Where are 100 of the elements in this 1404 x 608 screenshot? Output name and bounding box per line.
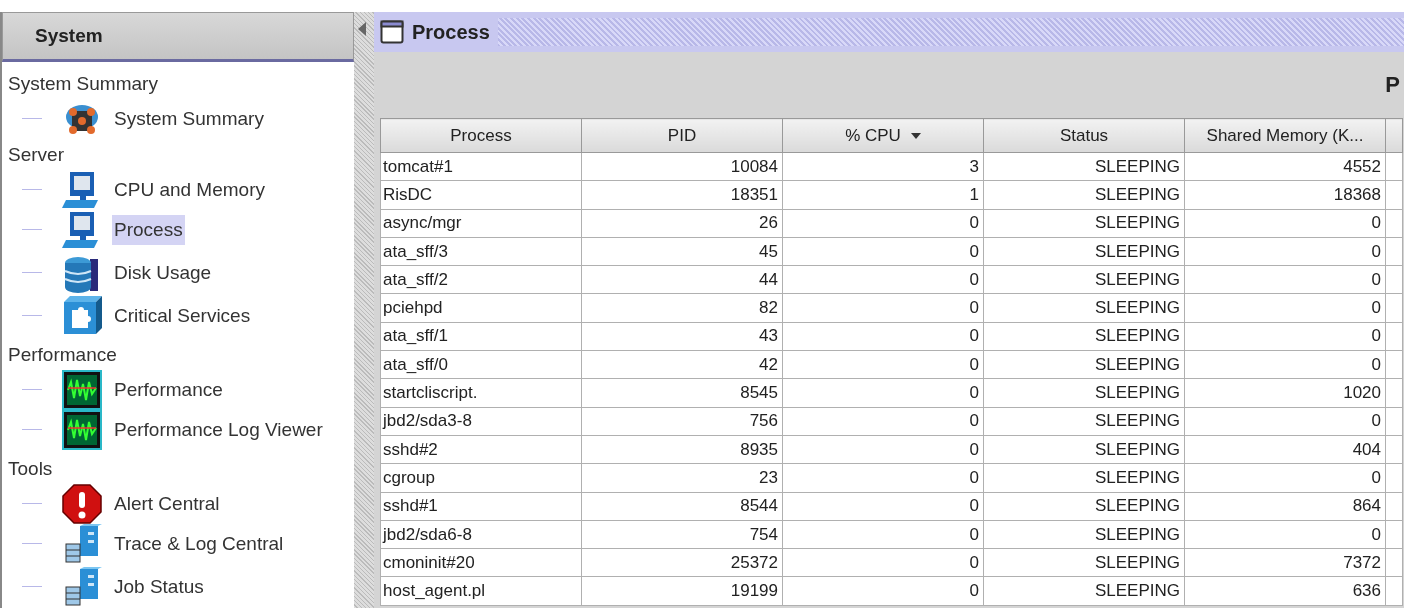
table-cell: 3: [782, 152, 984, 181]
tree-line: [22, 503, 42, 505]
tree-item[interactable]: System Summary: [112, 104, 266, 134]
table-cell: 44: [581, 265, 783, 294]
table-cell: SLEEPING: [983, 435, 1185, 464]
tree-group-label[interactable]: Tools: [2, 451, 354, 486]
table-cell: 19199: [581, 576, 783, 606]
table-cell: 25372: [581, 548, 783, 577]
table-cell: 23: [581, 463, 783, 493]
tree-item[interactable]: Performance: [112, 375, 225, 405]
tree-line: [22, 271, 42, 274]
table-cell: SLEEPING: [983, 209, 1185, 238]
table-cell: 0: [782, 378, 984, 408]
table-cell: jbd2/sda3-8: [380, 407, 582, 436]
table-cell: SLEEPING: [983, 548, 1185, 577]
table-cell: jbd2/sda6-8: [380, 520, 582, 549]
table-cell: 26: [581, 209, 783, 238]
panel-heading: P: [1385, 72, 1400, 98]
tree-line: [22, 228, 42, 231]
tree-item[interactable]: Performance Log Viewer: [112, 414, 325, 445]
tree-item[interactable]: CPU and Memory: [112, 175, 267, 205]
table-cell: 0: [782, 294, 984, 323]
table-cell: 0: [1184, 463, 1386, 493]
table-cell: 0: [782, 548, 984, 577]
tree-item[interactable]: Job Status: [112, 571, 206, 602]
table-cell: 8544: [581, 492, 783, 521]
table-cell: 636: [1184, 576, 1386, 606]
table-cell: 45: [581, 237, 783, 266]
tree-line: [22, 542, 42, 545]
table-cell: async/mgr: [380, 209, 582, 238]
tree-item[interactable]: Trace & Log Central: [112, 528, 286, 559]
table-cell: 0: [1184, 265, 1386, 294]
tree-line: [22, 189, 42, 191]
tree-item[interactable]: Disk Usage: [112, 257, 214, 288]
table-cell: 0: [782, 492, 984, 521]
table-cell: SLEEPING: [983, 492, 1185, 521]
table-cell: 0: [782, 322, 984, 351]
table-cell: SLEEPING: [983, 350, 1185, 379]
table-cell: host_agent.pl: [380, 576, 582, 606]
tree-group-label[interactable]: System Summary: [2, 66, 354, 101]
column-header[interactable]: Shared Memory (K...: [1184, 118, 1386, 153]
table-cell: 756: [581, 407, 783, 436]
table-cell: 0: [1184, 237, 1386, 266]
table-cell: 4552: [1184, 152, 1386, 181]
sidebar-title: System: [35, 25, 103, 47]
table-cell: cmoninit#20: [380, 548, 582, 577]
table-cell: 754: [581, 520, 783, 549]
table-cell: 0: [782, 265, 984, 294]
table-cell: 0: [782, 576, 984, 606]
table-cell: 0: [782, 520, 984, 549]
table-cell: 8935: [581, 435, 783, 464]
column-header[interactable]: Process: [380, 118, 582, 153]
table-cell: sshd#1: [380, 492, 582, 521]
table-cell: SLEEPING: [983, 237, 1185, 266]
tree-item[interactable]: Alert Central: [112, 489, 222, 519]
table-cell: SLEEPING: [983, 378, 1185, 408]
table-cell: 0: [782, 407, 984, 436]
tree-item[interactable]: Critical Services: [112, 300, 253, 331]
table-cell: SLEEPING: [983, 322, 1185, 351]
table-cell: 1: [782, 180, 984, 210]
table-cell: SLEEPING: [983, 294, 1185, 323]
table-cell: cgroup: [380, 463, 582, 493]
table-cell: 1020: [1184, 378, 1386, 408]
table-cell: 0: [782, 463, 984, 493]
tree-group-label[interactable]: Server: [2, 137, 354, 172]
tree-line: [22, 585, 42, 588]
table-cell: 42: [581, 350, 783, 379]
table-cell: SLEEPING: [983, 407, 1185, 436]
table-cell: 8545: [581, 378, 783, 408]
table-cell: 0: [1184, 294, 1386, 323]
server-stack-icon: [62, 523, 102, 564]
table-cell: SLEEPING: [983, 576, 1185, 606]
table-cell: 0: [782, 350, 984, 379]
table-cell: 7372: [1184, 548, 1386, 577]
table-cell: 0: [782, 237, 984, 266]
table-cell: 864: [1184, 492, 1386, 521]
table-cell: 18368: [1184, 180, 1386, 210]
collapse-arrow-icon[interactable]: [358, 22, 366, 36]
table-cell: ata_sff/1: [380, 322, 582, 351]
table-cell: RisDC: [380, 180, 582, 210]
tree-line: [22, 389, 42, 391]
table-cell: sshd#2: [380, 435, 582, 464]
table-cell: SLEEPING: [983, 180, 1185, 210]
waveform-monitor-icon: [62, 370, 102, 410]
table-cell: SLEEPING: [983, 152, 1185, 181]
column-header[interactable]: Status: [983, 118, 1185, 153]
table-cell: 0: [782, 209, 984, 238]
server-stack-icon: [62, 566, 102, 607]
table-cell: 0: [1184, 209, 1386, 238]
column-header[interactable]: % CPU: [782, 118, 984, 153]
tree-item[interactable]: Process: [112, 214, 185, 245]
table-cell: 82: [581, 294, 783, 323]
table-cell: SLEEPING: [983, 463, 1185, 493]
column-header[interactable]: PID: [581, 118, 783, 153]
table-cell: 10084: [581, 152, 783, 181]
table-cell: 18351: [581, 180, 783, 210]
tree-group-label[interactable]: Performance: [2, 337, 354, 372]
table-cell: 404: [1184, 435, 1386, 464]
table-cell: ata_sff/2: [380, 265, 582, 294]
window-icon: [380, 20, 404, 44]
